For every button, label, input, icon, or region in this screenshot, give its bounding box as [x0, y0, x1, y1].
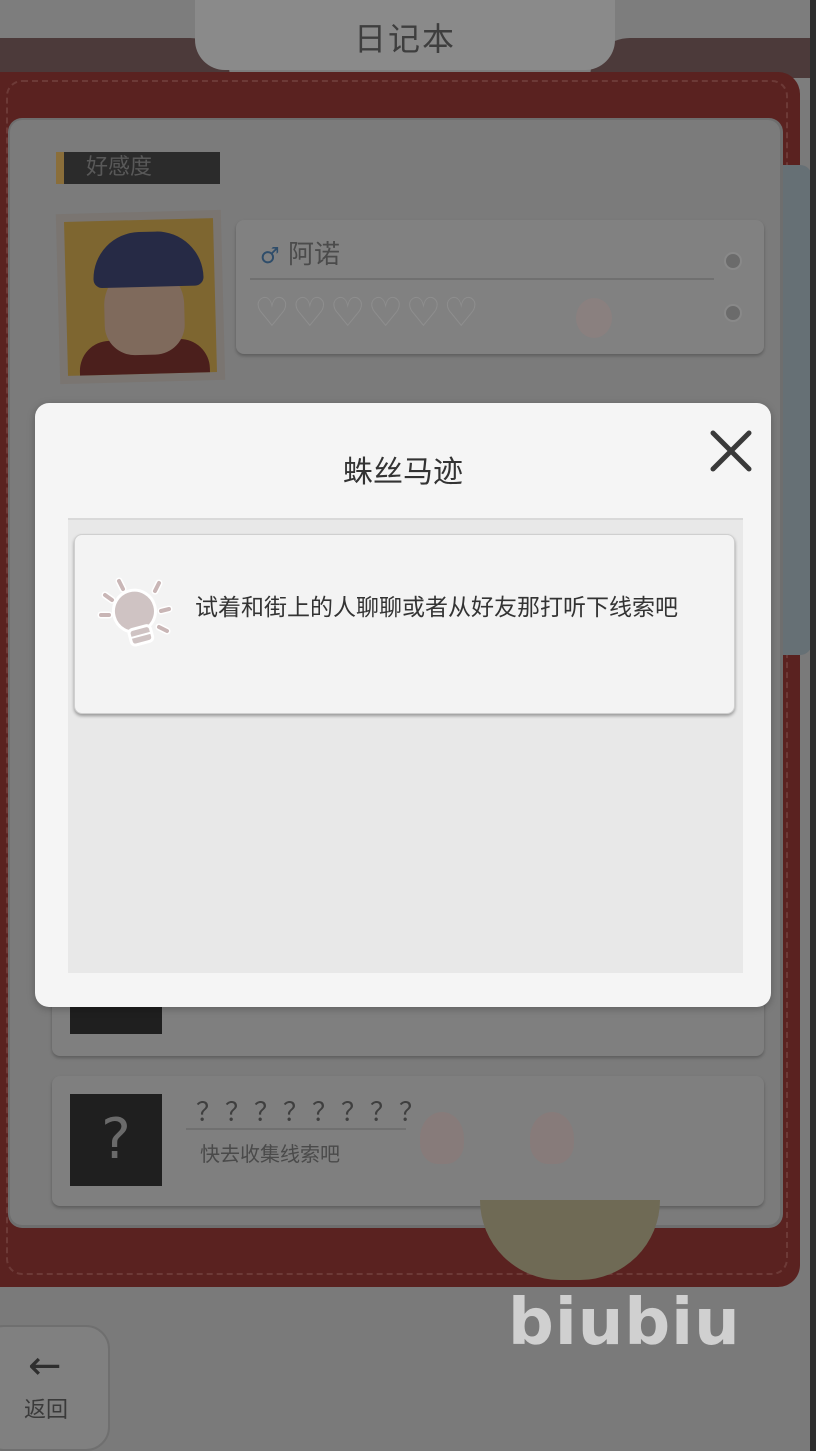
character-name-row: ♂ 阿诺 [260, 234, 340, 271]
unknown-character-name: ？？？？？？？？ [196, 1098, 429, 1128]
lightbulb-icon[interactable] [576, 298, 612, 338]
unknown-character-hint: 快去收集线索吧 [200, 1142, 340, 1166]
unknown-avatar: ? [70, 1094, 162, 1186]
clue-dialog: 蛛丝马迹 试着和街上的人聊聊或者从好友那打听下线索吧 [35, 403, 771, 1007]
app-title-tab: 日记本 [195, 0, 615, 70]
back-arrow-icon: ← [28, 1343, 62, 1389]
dialog-body: 试着和街上的人聊聊或者从好友那打听下线索吧 [68, 518, 743, 973]
avatar-cap [92, 230, 204, 289]
character-info-card[interactable]: ♂ 阿诺 ♡♡♡♡♡♡ [236, 220, 764, 354]
rivet-icon [724, 304, 742, 322]
lightbulb-icon [93, 573, 179, 659]
app-title: 日记本 [353, 20, 456, 58]
back-button-label: 返回 [24, 1398, 69, 1423]
character-avatar [64, 218, 217, 376]
book-side-tab [782, 165, 812, 655]
hint-card[interactable]: 试着和街上的人聊聊或者从好友那打听下线索吧 [74, 534, 735, 714]
favorability-label: 好感度 [56, 152, 220, 184]
lightbulb-icon[interactable] [530, 1112, 574, 1164]
close-icon[interactable] [703, 423, 759, 479]
divider [186, 1128, 406, 1130]
screen-edge [810, 0, 816, 1451]
male-icon: ♂ [260, 244, 280, 269]
lightbulb-icon[interactable] [420, 1112, 464, 1164]
character-portrait[interactable] [55, 209, 226, 385]
heart-rating: ♡♡♡♡♡♡ [254, 290, 482, 336]
dialog-title: 蛛丝马迹 [343, 455, 463, 490]
watermark-logo: biubiu [508, 1286, 741, 1360]
rivet-icon [724, 252, 742, 270]
hint-text: 试着和街上的人聊聊或者从好友那打听下线索吧 [195, 595, 678, 621]
character-thumbnail [70, 1006, 162, 1034]
character-name: 阿诺 [288, 240, 341, 270]
divider [250, 278, 714, 280]
